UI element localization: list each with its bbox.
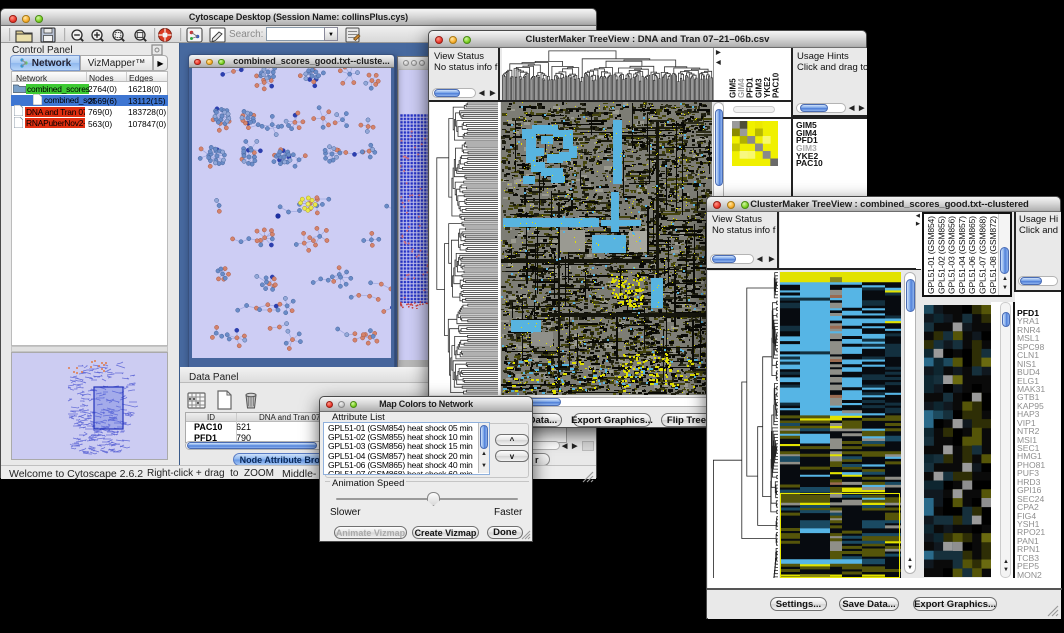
svg-text:GPL51-04 (GSM857): GPL51-04 (GSM857) [957,216,967,294]
svg-text:GPL51-03 (GSM856): GPL51-03 (GSM856) [947,216,957,294]
svg-text:GPL51-06 (GSM865): GPL51-06 (GSM865) [967,216,977,294]
svg-text:GPL51-07 (GSM868): GPL51-07 (GSM868) [978,216,988,294]
svg-text:PAC10: PAC10 [772,72,781,98]
svg-text:GPL51-08 (GSM872): GPL51-08 (GSM872) [988,216,998,294]
svg-text:GPL51-02 (GSM855): GPL51-02 (GSM855) [936,216,946,294]
svg-text:GPL51-01 (GSM854): GPL51-01 (GSM854) [926,216,936,294]
